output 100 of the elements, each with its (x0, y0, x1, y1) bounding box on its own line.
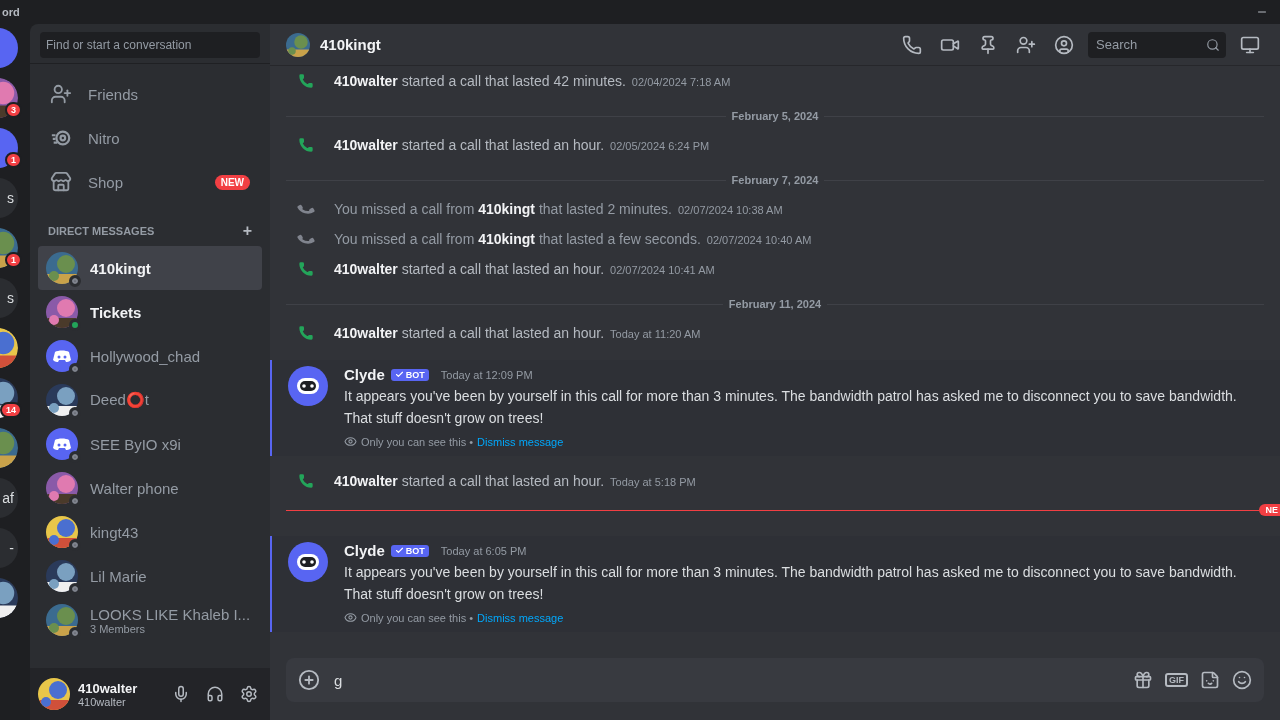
phone-icon (298, 137, 314, 153)
dismiss-link[interactable]: Dismiss message (477, 611, 564, 624)
phone-icon (298, 473, 314, 489)
dismiss-link[interactable]: Dismiss message (477, 435, 564, 448)
dm-name: Tickets (90, 303, 142, 321)
eye-icon (344, 611, 357, 624)
search-icon (1206, 37, 1220, 52)
friends-icon (50, 83, 72, 105)
nav-item[interactable]: Shop NEW (38, 160, 262, 204)
dm-name: Walter phone (90, 479, 179, 497)
server-initials: - (9, 540, 14, 556)
search-field[interactable]: Find or start a conversation (40, 32, 260, 58)
dm-item[interactable]: kingt43 (38, 510, 262, 554)
server-icon[interactable]: s (0, 278, 18, 318)
message-text: It appears you've been by yourself in this call for more than 3 minutes. The bandwidth patrol has asked me to disconnect you to save bandwidth. That stuff doesn't grow on trees! (344, 563, 1238, 604)
author-name: Clyde (344, 366, 385, 383)
ephemeral-note: Only you can see this • (361, 611, 474, 624)
phone-icon (298, 73, 314, 89)
user-tag: 410walter (78, 695, 160, 708)
date-divider: February 11, 2024 (727, 298, 823, 310)
call-text: You missed a call from 410kingt that lasted a few seconds. (334, 231, 701, 247)
server-initials: af (2, 490, 14, 506)
check-icon (394, 546, 404, 555)
call-text: 410walter started a call that lasted an hour. (334, 137, 605, 153)
dm-name: Hollywood_chad (90, 347, 201, 365)
server-icon[interactable]: s (0, 178, 18, 218)
headphones-icon (206, 685, 224, 703)
timestamp: 02/04/2024 7:18 AM (631, 76, 731, 88)
author-name: Clyde (344, 542, 385, 559)
server-initials: s (7, 190, 14, 206)
microphone-icon (172, 685, 190, 703)
timestamp: 02/05/2024 6:24 PM (610, 140, 710, 152)
search-box[interactable]: Search (1088, 31, 1226, 58)
server-icon[interactable]: - (0, 528, 18, 568)
channel-title: 410kingt (320, 36, 381, 53)
gif-button[interactable]: GIF (1165, 673, 1188, 687)
nav-item[interactable]: Friends (38, 72, 262, 116)
dm-item[interactable]: 410kingt (38, 246, 262, 290)
call-text: 410walter started a call that lasted 42 minutes. (334, 73, 626, 89)
call-text: You missed a call from 410kingt that lasted 2 minutes. (334, 201, 672, 217)
dm-name: Deed⭕t (90, 391, 150, 409)
check-icon (394, 370, 404, 379)
dm-item[interactable]: Deed⭕t (38, 378, 262, 422)
server-icon[interactable]: af (0, 478, 18, 518)
user-name: 410walter (78, 680, 139, 696)
dm-item[interactable]: LOOKS LIKE Khaleb I... 3 Members (38, 598, 262, 642)
server-icon[interactable]: 14 (0, 378, 18, 418)
timestamp: 02/07/2024 10:41 AM (610, 264, 715, 276)
window-title: ord (2, 6, 20, 18)
composer-bar[interactable]: g GIF (286, 658, 1264, 702)
pin-icon (978, 34, 998, 55)
add-attachment-icon[interactable] (298, 669, 320, 691)
new-badge: NEW (214, 174, 250, 190)
call-text: 410walter started a call that lasted an hour. (334, 473, 605, 489)
dm-name: 410kingt (90, 259, 151, 277)
server-icon[interactable]: 1 (0, 228, 18, 268)
dm-item[interactable]: Tickets (38, 290, 262, 334)
server-icon[interactable]: 3 (0, 78, 18, 118)
timestamp: 02/07/2024 10:40 AM (706, 234, 812, 246)
dm-item[interactable]: Lil Marie (38, 554, 262, 598)
phone-icon (298, 325, 314, 341)
server-initials: s (7, 290, 14, 306)
date-divider: February 5, 2024 (730, 110, 820, 122)
message-text: It appears you've been by yourself in this call for more than 3 minutes. The bandwidth patrol has asked me to disconnect you to save bandwidth. That stuff doesn't grow on trees! (344, 387, 1238, 428)
nav-item[interactable]: Nitro (38, 116, 262, 160)
timestamp: Today at 5:18 PM (610, 476, 696, 488)
add-dm-button[interactable]: + (242, 222, 252, 240)
shop-icon (50, 171, 72, 193)
phone-icon (298, 261, 314, 277)
sticker-icon[interactable] (1200, 670, 1220, 690)
bot-avatar-icon (288, 366, 328, 406)
section-heading: DIRECT MESSAGES (48, 225, 155, 237)
add-user-icon (1016, 34, 1036, 55)
bot-tag: BOT (390, 368, 429, 381)
search-input[interactable]: Search (1094, 36, 1206, 53)
dm-item[interactable]: Walter phone (38, 466, 262, 510)
unread-badge: 1 (5, 152, 22, 168)
date-divider: February 7, 2024 (730, 174, 820, 186)
phone-icon (902, 34, 922, 55)
gift-icon[interactable] (1133, 670, 1153, 690)
emoji-icon[interactable] (1232, 670, 1252, 690)
unread-badge: 14 (0, 402, 22, 418)
timestamp: Today at 6:05 PM (440, 544, 527, 557)
discord-avatar-icon (46, 428, 78, 460)
call-text: 410walter started a call that lasted an hour. (334, 261, 605, 277)
bot-avatar-icon (288, 542, 328, 582)
timestamp: Today at 11:20 AM (610, 328, 701, 340)
bot-tag: BOT (390, 544, 429, 557)
dm-name: LOOKS LIKE Khaleb I... (90, 605, 251, 623)
dm-item[interactable]: SEE ByIO x9i (38, 422, 262, 466)
call-text: 410walter started a call that lasted an hour. (334, 325, 605, 341)
dm-item[interactable]: Hollywood_chad (38, 334, 262, 378)
discord-avatar-icon (46, 340, 78, 372)
eye-icon (344, 435, 357, 448)
dm-name: SEE ByIO x9i (90, 435, 181, 453)
server-icon[interactable]: 1 (0, 128, 18, 168)
message-field[interactable]: g (332, 670, 1121, 690)
user-circle-icon (1054, 34, 1074, 55)
dm-name: Lil Marie (90, 567, 147, 585)
monitor-icon (1240, 34, 1260, 55)
